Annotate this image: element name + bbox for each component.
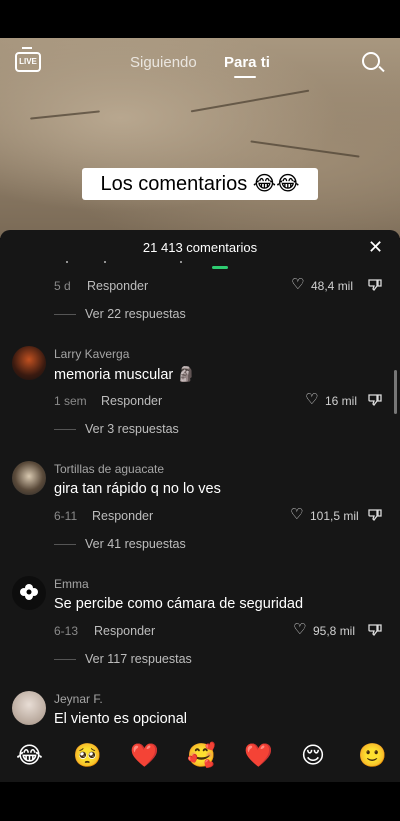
dislike-icon[interactable] [368,509,382,521]
avatar[interactable] [12,576,46,610]
comment-author[interactable]: Jeynar F. [54,692,103,706]
tab-for-you[interactable]: Para ti [224,54,270,71]
emoji-button[interactable]: 🥺 [73,742,102,768]
comment-date: 1 sem [54,394,87,408]
heart-icon[interactable]: ♡ [291,277,304,292]
comment-date: 5 d [54,279,71,293]
comment-author[interactable]: Tortillas de aguacate [54,462,164,476]
replies-divider [54,544,76,545]
emoji-button[interactable]: 🙂 [358,742,387,768]
truncated-text-dots [0,258,400,268]
comments-sheet: 21 413 comentarios ✕ 5 d Responder ♡ 48,… [0,230,400,782]
heart-icon[interactable]: ♡ [290,507,303,522]
search-icon[interactable] [362,52,380,70]
replies-divider [54,659,76,660]
emoji-button[interactable]: 🥰 [187,742,216,768]
reply-button[interactable]: Responder [92,509,153,523]
comment-author[interactable]: Emma [54,577,89,591]
comment-author[interactable]: Larry Kaverga [54,347,129,361]
live-label: LIVE [19,57,37,66]
comment-text: El viento es opcional [54,711,187,727]
loading-indicator [212,266,228,269]
replies-divider [54,314,76,315]
dislike-icon[interactable] [368,279,382,291]
emoji-button[interactable]: 😌 [301,742,325,768]
flower-avatar-icon [20,584,38,600]
view-replies-link[interactable]: Ver 22 respuestas [85,307,186,321]
live-icon[interactable]: LIVE [15,52,41,72]
view-replies-link[interactable]: Ver 117 respuestas [85,652,192,666]
emoji-button[interactable]: ❤️ [244,742,273,768]
comments-count-title: 21 413 comentarios [142,240,258,255]
comment-text: gira tan rápido q no lo ves [54,481,221,497]
comment-date: 6-13 [54,624,79,638]
like-count: 101,5 mil [310,509,359,523]
emoji-button[interactable]: ❤️ [130,742,159,768]
avatar[interactable] [12,691,46,725]
video-caption: Los comentarios 😂😂 [82,168,318,200]
like-count: 95,8 mil [313,624,356,638]
heart-icon[interactable]: ♡ [293,622,306,637]
avatar[interactable] [12,346,46,380]
view-replies-link[interactable]: Ver 41 respuestas [85,537,186,551]
emoji-quick-bar: 😂 🥺 ❤️ 🥰 ❤️ 😌 🙂 [0,730,400,782]
tab-following[interactable]: Siguiendo [130,54,197,71]
scrollbar[interactable] [394,370,397,414]
view-replies-link[interactable]: Ver 3 respuestas [85,422,179,436]
emoji-button[interactable]: 😂 [16,742,43,768]
reply-button[interactable]: Responder [101,394,162,408]
reply-button[interactable]: Responder [94,624,155,638]
close-icon[interactable]: ✕ [368,238,383,256]
reply-button[interactable]: Responder [87,279,148,293]
comment-text: Se percibe como cámara de seguridad [54,596,304,612]
top-bar: LIVE Siguiendo Para ti [0,48,400,78]
heart-icon[interactable]: ♡ [305,392,318,407]
active-tab-indicator [234,76,256,78]
comment-date: 6-11 [54,509,78,523]
bottom-black-bar [0,782,400,821]
comment-text: memoria muscular 🗿 [54,367,196,383]
like-count: 48,4 mil [311,279,354,293]
like-count: 16 mil [325,394,358,408]
dislike-icon[interactable] [368,624,382,636]
replies-divider [54,429,76,430]
wall-crack [250,140,360,158]
avatar[interactable] [12,461,46,495]
wall-crack [30,110,100,120]
wall-crack [190,89,310,113]
dislike-icon[interactable] [368,394,382,406]
